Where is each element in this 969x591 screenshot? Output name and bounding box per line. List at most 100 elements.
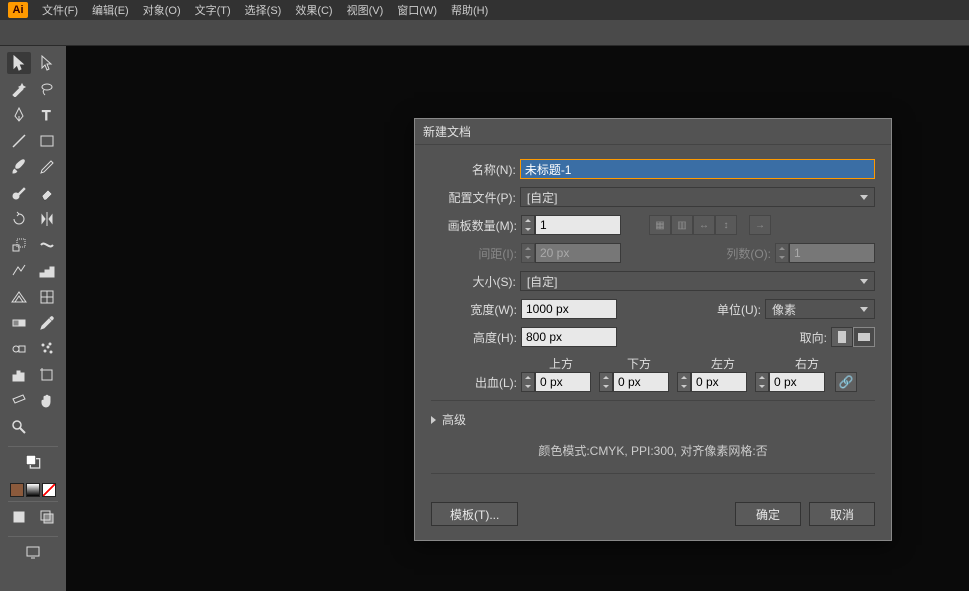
size-combo[interactable]: [自定] xyxy=(520,271,875,291)
screen-mode[interactable] xyxy=(21,541,45,563)
profile-combo[interactable]: [自定] xyxy=(520,187,875,207)
advanced-label: 高级 xyxy=(442,411,466,428)
bleed-left-stepper[interactable] xyxy=(677,372,691,392)
bleed-bottom-label: 下方 xyxy=(613,355,697,372)
none-swatch[interactable] xyxy=(42,483,56,497)
grid-by-row-icon[interactable]: ▦ xyxy=(649,215,671,235)
new-document-dialog: 新建文档 名称(N): 配置文件(P): [自定] 画板数量(M): ▦ ▥ ↔… xyxy=(414,118,892,541)
bleed-top-stepper[interactable] xyxy=(521,372,535,392)
reflect-tool[interactable] xyxy=(35,208,59,230)
color-mode-swatches xyxy=(10,483,56,497)
bleed-right-input[interactable] xyxy=(769,372,825,392)
bleed-bottom-input[interactable] xyxy=(613,372,669,392)
caret-icon xyxy=(860,195,868,200)
type-tool[interactable]: T xyxy=(35,104,59,126)
bleed-top-input[interactable] xyxy=(535,372,591,392)
arrange-rtl-icon[interactable]: → xyxy=(749,215,771,235)
caret-icon xyxy=(860,279,868,284)
units-value: 像素 xyxy=(772,301,796,318)
free-transform-tool[interactable] xyxy=(7,260,31,282)
slice-tool[interactable] xyxy=(7,390,31,412)
menubar: Ai 文件(F) 编辑(E) 对象(O) 文字(T) 选择(S) 效果(C) 视… xyxy=(0,0,969,20)
orientation-portrait[interactable] xyxy=(831,327,853,347)
lasso-tool[interactable] xyxy=(35,78,59,100)
column-graph-tool[interactable] xyxy=(7,364,31,386)
menu-window[interactable]: 窗口(W) xyxy=(397,2,437,18)
hand-tool[interactable] xyxy=(35,390,59,412)
profile-value: [自定] xyxy=(527,189,558,206)
pen-tool[interactable] xyxy=(7,104,31,126)
units-combo[interactable]: 像素 xyxy=(765,299,875,319)
advanced-disclosure[interactable]: 高级 xyxy=(431,411,875,428)
rectangle-tool[interactable] xyxy=(35,130,59,152)
bleed-label: 出血(L): xyxy=(431,374,521,391)
caret-icon xyxy=(860,307,868,312)
artboards-input[interactable] xyxy=(535,215,621,235)
menu-select[interactable]: 选择(S) xyxy=(245,2,282,18)
units-label: 单位(U): xyxy=(705,301,765,318)
width-input[interactable] xyxy=(521,299,617,319)
bleed-bottom-stepper[interactable] xyxy=(599,372,613,392)
shape-builder-tool[interactable] xyxy=(35,260,59,282)
arrange-row-icon[interactable]: ↔ xyxy=(693,215,715,235)
menu-view[interactable]: 视图(V) xyxy=(347,2,384,18)
zoom-tool[interactable] xyxy=(7,416,31,438)
empty-tool-slot xyxy=(35,416,59,438)
arrange-col-icon[interactable]: ↕ xyxy=(715,215,737,235)
artboard-tool[interactable] xyxy=(35,364,59,386)
line-tool[interactable] xyxy=(7,130,31,152)
bleed-link-icon[interactable]: 🔗 xyxy=(835,372,857,392)
template-button[interactable]: 模板(T)... xyxy=(431,502,518,526)
mode-info: 颜色模式:CMYK, PPI:300, 对齐像素网格:否 xyxy=(431,442,875,459)
selection-tool[interactable] xyxy=(7,52,31,74)
pencil-tool[interactable] xyxy=(35,156,59,178)
orient-label: 取向: xyxy=(791,329,831,346)
dialog-title-text: 新建文档 xyxy=(423,123,471,140)
gradient-swatch[interactable] xyxy=(26,483,40,497)
menu-edit[interactable]: 编辑(E) xyxy=(92,2,129,18)
grid-by-col-icon[interactable]: ▥ xyxy=(671,215,693,235)
menu-effect[interactable]: 效果(C) xyxy=(295,2,332,18)
dialog-titlebar[interactable]: 新建文档 xyxy=(415,119,891,145)
cancel-button[interactable]: 取消 xyxy=(809,502,875,526)
blob-brush-tool[interactable] xyxy=(7,182,31,204)
orientation-group xyxy=(831,327,875,347)
menu-file[interactable]: 文件(F) xyxy=(42,2,78,18)
color-swatch[interactable] xyxy=(10,483,24,497)
draw-mode-normal[interactable] xyxy=(7,506,31,528)
draw-mode-behind[interactable] xyxy=(35,506,59,528)
bleed-left-input[interactable] xyxy=(691,372,747,392)
mesh-tool[interactable] xyxy=(35,286,59,308)
eraser-tool[interactable] xyxy=(35,182,59,204)
rotate-tool[interactable] xyxy=(7,208,31,230)
orientation-landscape[interactable] xyxy=(853,327,875,347)
ok-button[interactable]: 确定 xyxy=(735,502,801,526)
magic-wand-tool[interactable] xyxy=(7,78,31,100)
spacing-stepper xyxy=(521,243,535,263)
eyedropper-tool[interactable] xyxy=(35,312,59,334)
direct-selection-tool[interactable] xyxy=(35,52,59,74)
size-value: [自定] xyxy=(527,273,558,290)
menu-type[interactable]: 文字(T) xyxy=(195,2,231,18)
blend-tool[interactable] xyxy=(7,338,31,360)
menu-object[interactable]: 对象(O) xyxy=(143,2,181,18)
width-tool[interactable] xyxy=(35,234,59,256)
name-input[interactable] xyxy=(520,159,875,179)
symbol-sprayer-tool[interactable] xyxy=(35,338,59,360)
options-bar xyxy=(0,20,969,46)
columns-input xyxy=(789,243,875,263)
fill-stroke-indicator[interactable] xyxy=(21,451,45,473)
bleed-top-label: 上方 xyxy=(535,355,613,372)
size-label: 大小(S): xyxy=(431,273,520,290)
paintbrush-tool[interactable] xyxy=(7,156,31,178)
artboards-stepper[interactable] xyxy=(521,215,535,235)
height-input[interactable] xyxy=(521,327,617,347)
menu-help[interactable]: 帮助(H) xyxy=(451,2,488,18)
scale-tool[interactable] xyxy=(7,234,31,256)
spacing-label: 间距(I): xyxy=(431,245,521,262)
perspective-grid-tool[interactable] xyxy=(7,286,31,308)
spacing-input xyxy=(535,243,621,263)
height-label: 高度(H): xyxy=(431,329,521,346)
gradient-tool[interactable] xyxy=(7,312,31,334)
bleed-right-stepper[interactable] xyxy=(755,372,769,392)
